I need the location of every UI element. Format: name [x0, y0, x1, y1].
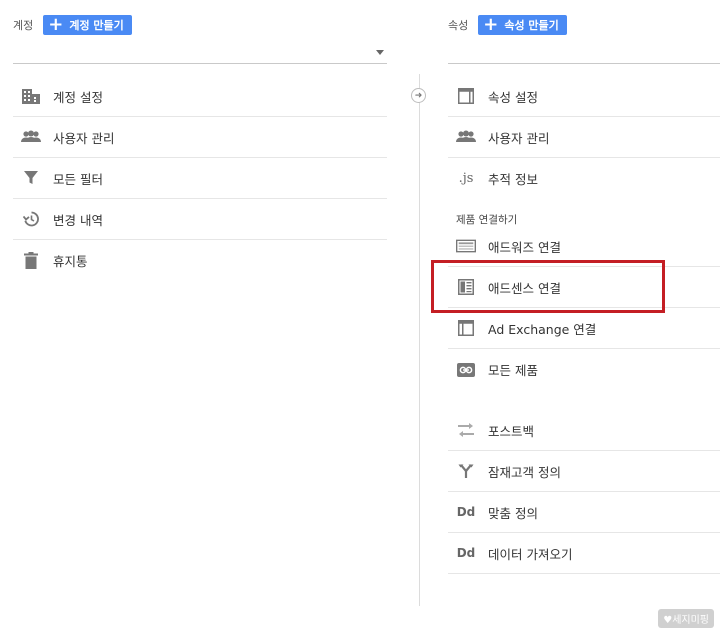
account-label: 계정: [13, 19, 34, 32]
create-property-label: 속성 만들기: [504, 19, 559, 32]
product-linking-section-label: 제품 연결하기: [456, 214, 518, 226]
property-select[interactable]: [448, 40, 720, 64]
property-window-icon: [456, 86, 476, 106]
property-tools-menu: 포스트백 잠재고객 정의 Dd 맞춤 정의 Dd 데이터 가져오기: [448, 410, 720, 574]
trash-label: 휴지통: [53, 254, 88, 269]
property-label: 속성: [448, 19, 469, 32]
tracking-info-item[interactable]: .js 추적 정보: [448, 158, 720, 199]
users-icon: [21, 127, 41, 147]
account-settings-label: 계정 설정: [53, 89, 103, 105]
account-select[interactable]: [13, 40, 387, 64]
postback-item[interactable]: 포스트백: [448, 410, 720, 451]
adexchange-icon: [456, 318, 476, 338]
create-account-button[interactable]: + 계정 만들기: [43, 15, 132, 35]
all-products-item[interactable]: 모든 제품: [448, 349, 720, 390]
caret-down-icon: [376, 50, 384, 55]
adwords-icon: [456, 236, 476, 256]
audience-definitions-label: 잠재고객 정의: [488, 464, 561, 480]
property-settings-item[interactable]: 속성 설정: [448, 76, 720, 117]
audience-definitions-item[interactable]: 잠재고객 정의: [448, 451, 720, 492]
users-icon: [456, 127, 476, 147]
trash-icon: [21, 251, 41, 271]
property-user-management-item[interactable]: 사용자 관리: [448, 117, 720, 158]
plus-icon: +: [48, 14, 64, 35]
history-icon: [21, 209, 41, 229]
adwords-linking-label: 애드워즈 연결: [488, 239, 561, 255]
account-user-management-item[interactable]: 사용자 관리: [13, 117, 387, 158]
adexchange-linking-label: Ad Exchange 연결: [488, 321, 597, 337]
account-menu: 계정 설정 사용자 관리 모든 필터 변경 내역 휴지통: [13, 76, 387, 281]
filter-icon: [21, 168, 41, 188]
change-history-item[interactable]: 변경 내역: [13, 199, 387, 240]
dd-icon: Dd: [456, 505, 476, 519]
account-header: 계정 + 계정 만들기: [13, 15, 132, 35]
postback-label: 포스트백: [488, 423, 535, 439]
all-products-label: 모든 제품: [488, 363, 538, 378]
plus-icon: +: [483, 14, 499, 35]
property-settings-label: 속성 설정: [488, 89, 538, 105]
all-filters-item[interactable]: 모든 필터: [13, 158, 387, 199]
custom-definitions-label: 맞춤 정의: [488, 505, 538, 521]
column-divider: [419, 74, 420, 606]
adexchange-linking-item[interactable]: Ad Exchange 연결: [448, 308, 720, 349]
property-header: 속성 + 속성 만들기: [448, 15, 567, 35]
audience-icon: [456, 461, 476, 481]
create-property-button[interactable]: + 속성 만들기: [478, 15, 567, 35]
trash-item[interactable]: 휴지통: [13, 240, 387, 281]
adsense-highlight-box: [431, 260, 665, 313]
custom-definitions-item[interactable]: Dd 맞춤 정의: [448, 492, 720, 533]
change-history-label: 변경 내역: [53, 212, 103, 228]
data-import-item[interactable]: Dd 데이터 가져오기: [448, 533, 720, 574]
js-icon: .js: [458, 171, 474, 186]
watermark: ♥세지미핑: [658, 609, 714, 628]
account-user-management-label: 사용자 관리: [53, 130, 115, 146]
create-account-label: 계정 만들기: [69, 19, 124, 32]
account-settings-item[interactable]: 계정 설정: [13, 76, 387, 117]
data-import-label: 데이터 가져오기: [488, 546, 573, 562]
arrow-right-icon[interactable]: ➜: [411, 88, 426, 103]
property-user-management-label: 사용자 관리: [488, 130, 550, 146]
link-icon: [456, 360, 476, 380]
all-filters-label: 모든 필터: [53, 171, 103, 187]
building-icon: [21, 86, 41, 106]
postback-icon: [456, 420, 476, 440]
tracking-info-label: 추적 정보: [488, 172, 538, 187]
dd-icon: Dd: [456, 546, 476, 560]
property-menu: 속성 설정 사용자 관리 .js 추적 정보: [448, 76, 720, 199]
